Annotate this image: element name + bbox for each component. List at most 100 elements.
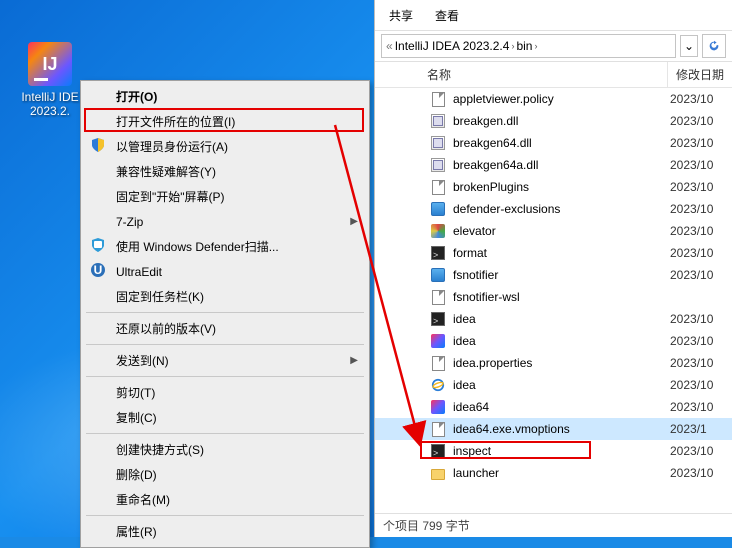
file-date: 2023/10	[668, 334, 732, 348]
file-date: 2023/1	[668, 422, 732, 436]
file-row[interactable]: idea2023/10	[375, 374, 732, 396]
ultraedit-icon: U	[90, 262, 108, 280]
file-date: 2023/10	[668, 136, 732, 150]
column-header-date[interactable]: 修改日期	[668, 62, 732, 87]
file-row[interactable]: fsnotifier2023/10	[375, 264, 732, 286]
file-type-icon	[429, 135, 447, 151]
address-dropdown[interactable]: ⌄	[680, 35, 698, 57]
file-type-icon	[429, 201, 447, 217]
breadcrumb-item[interactable]: IntelliJ IDEA 2023.2.4 ›	[395, 39, 515, 53]
menu-create-shortcut[interactable]: 创建快捷方式(S)	[84, 437, 366, 462]
refresh-button[interactable]	[702, 34, 726, 58]
chevron-down-icon: ⌄	[684, 39, 694, 53]
menu-open-file-location[interactable]: 打开文件所在的位置(I)	[84, 109, 366, 134]
menu-ultraedit[interactable]: U UltraEdit	[84, 259, 366, 284]
file-date: 2023/10	[668, 312, 732, 326]
file-type-icon	[429, 179, 447, 195]
menu-separator	[86, 515, 364, 516]
file-row[interactable]: breakgen64a.dll2023/10	[375, 154, 732, 176]
file-name: idea64	[453, 400, 668, 414]
file-date: 2023/10	[668, 202, 732, 216]
file-type-icon	[429, 311, 447, 327]
file-name: idea64.exe.vmoptions	[453, 422, 668, 436]
file-type-icon	[429, 267, 447, 283]
menu-send-to[interactable]: 发送到(N)▶	[84, 348, 366, 373]
file-list: appletviewer.policy2023/10breakgen.dll20…	[375, 88, 732, 484]
breadcrumb-back-icon: «	[386, 39, 393, 53]
file-date: 2023/10	[668, 158, 732, 172]
menu-troubleshoot-compat[interactable]: 兼容性疑难解答(Y)	[84, 159, 366, 184]
file-name: breakgen.dll	[453, 114, 668, 128]
column-header-name[interactable]: 名称	[423, 62, 668, 87]
context-menu: 打开(O) 打开文件所在的位置(I) 以管理员身份运行(A) 兼容性疑难解答(Y…	[80, 80, 370, 548]
file-row[interactable]: idea.properties2023/10	[375, 352, 732, 374]
file-name: brokenPlugins	[453, 180, 668, 194]
menu-restore-versions[interactable]: 还原以前的版本(V)	[84, 316, 366, 341]
file-type-icon	[429, 289, 447, 305]
file-date: 2023/10	[668, 378, 732, 392]
shield-icon	[90, 137, 108, 155]
tab-view[interactable]: 查看	[435, 7, 459, 24]
menu-separator	[86, 344, 364, 345]
file-type-icon	[429, 421, 447, 437]
file-row[interactable]: breakgen64.dll2023/10	[375, 132, 732, 154]
menu-copy[interactable]: 复制(C)	[84, 405, 366, 430]
file-name: breakgen64a.dll	[453, 158, 668, 172]
menu-separator	[86, 433, 364, 434]
file-date: 2023/10	[668, 268, 732, 282]
menu-cut[interactable]: 剪切(T)	[84, 380, 366, 405]
file-date: 2023/10	[668, 180, 732, 194]
breadcrumb[interactable]: « IntelliJ IDEA 2023.2.4 › bin ›	[381, 34, 676, 58]
menu-pin-taskbar[interactable]: 固定到任务栏(K)	[84, 284, 366, 309]
menu-properties[interactable]: 属性(R)	[84, 519, 366, 544]
file-row[interactable]: idea2023/10	[375, 330, 732, 352]
file-date: 2023/10	[668, 246, 732, 260]
file-row[interactable]: idea2023/10	[375, 308, 732, 330]
file-row[interactable]: inspect2023/10	[375, 440, 732, 462]
file-type-icon	[429, 223, 447, 239]
file-date: 2023/10	[668, 356, 732, 370]
refresh-icon	[707, 39, 721, 53]
tab-share[interactable]: 共享	[389, 7, 413, 24]
file-row[interactable]: defender-exclusions2023/10	[375, 198, 732, 220]
menu-pin-start[interactable]: 固定到"开始"屏幕(P)	[84, 184, 366, 209]
submenu-arrow-icon: ▶	[350, 355, 358, 366]
menu-run-as-admin[interactable]: 以管理员身份运行(A)	[84, 134, 366, 159]
menu-delete[interactable]: 删除(D)	[84, 462, 366, 487]
file-type-icon	[429, 399, 447, 415]
file-name: fsnotifier-wsl	[453, 290, 668, 304]
chevron-right-icon: ›	[511, 41, 514, 51]
file-type-icon	[429, 91, 447, 107]
file-row[interactable]: launcher2023/10	[375, 462, 732, 484]
file-name: appletviewer.policy	[453, 92, 668, 106]
file-name: format	[453, 246, 668, 260]
file-row[interactable]: brokenPlugins2023/10	[375, 176, 732, 198]
file-row[interactable]: idea64.exe.vmoptions2023/1	[375, 418, 732, 440]
file-row[interactable]: fsnotifier-wsl	[375, 286, 732, 308]
menu-rename[interactable]: 重命名(M)	[84, 487, 366, 512]
file-row[interactable]: elevator2023/10	[375, 220, 732, 242]
file-list-header: 名称 修改日期	[375, 62, 732, 88]
file-type-icon	[429, 443, 447, 459]
file-type-icon	[429, 113, 447, 129]
breadcrumb-item[interactable]: bin ›	[516, 39, 537, 53]
file-name: elevator	[453, 224, 668, 238]
intellij-icon: IJ	[28, 42, 72, 86]
file-row[interactable]: appletviewer.policy2023/10	[375, 88, 732, 110]
svg-text:U: U	[94, 263, 103, 277]
file-date: 2023/10	[668, 466, 732, 480]
file-name: idea	[453, 312, 668, 326]
explorer-ribbon-tabs: 共享 查看	[375, 0, 732, 30]
file-row[interactable]: idea642023/10	[375, 396, 732, 418]
file-date: 2023/10	[668, 114, 732, 128]
file-type-icon	[429, 465, 447, 481]
file-name: idea	[453, 334, 668, 348]
desktop-shortcut-intellij[interactable]: IJ IntelliJ IDE2023.2.	[20, 42, 80, 119]
menu-windows-defender-scan[interactable]: 使用 Windows Defender扫描...	[84, 234, 366, 259]
menu-open[interactable]: 打开(O)	[84, 84, 366, 109]
file-row[interactable]: format2023/10	[375, 242, 732, 264]
menu-7zip[interactable]: 7-Zip▶	[84, 209, 366, 234]
file-row[interactable]: breakgen.dll2023/10	[375, 110, 732, 132]
file-type-icon	[429, 377, 447, 393]
menu-separator	[86, 312, 364, 313]
